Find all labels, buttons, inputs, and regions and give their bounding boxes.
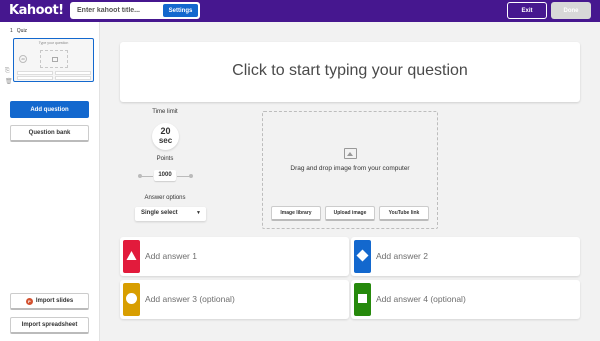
- kahoot-title-input[interactable]: [77, 4, 157, 17]
- slide-header: 1 Quiz: [10, 28, 27, 34]
- image-icon: [344, 148, 357, 159]
- answer-1[interactable]: Add answer 1: [120, 237, 349, 276]
- answer-options-dropdown[interactable]: Single select ▼: [135, 207, 206, 221]
- thumb-timer: 20: [19, 55, 27, 63]
- import-spreadsheet-button[interactable]: Import spreadsheet: [10, 317, 89, 334]
- duplicate-icon[interactable]: ⎘: [5, 68, 10, 75]
- answer-2[interactable]: Add answer 2: [351, 237, 580, 276]
- time-limit-selector[interactable]: 20 sec: [152, 123, 179, 150]
- points-track-left: [140, 176, 153, 177]
- chevron-down-icon: ▼: [196, 210, 201, 216]
- answer-4[interactable]: Add answer 4 (optional): [351, 280, 580, 319]
- answer-4-text: Add answer 4 (optional): [376, 294, 466, 304]
- youtube-link-button[interactable]: YouTube link: [379, 206, 429, 221]
- answer-3[interactable]: Add answer 3 (optional): [120, 280, 349, 319]
- image-drop-zone[interactable]: Drag and drop image from your computer I…: [262, 111, 438, 229]
- points-value[interactable]: 1000: [154, 170, 176, 181]
- answer-3-text: Add answer 3 (optional): [145, 294, 235, 304]
- answer-options-value: Single select: [141, 210, 178, 216]
- time-limit-label: Time limit: [152, 109, 178, 115]
- add-question-button[interactable]: Add question: [10, 101, 89, 118]
- done-button[interactable]: Done: [551, 2, 591, 19]
- powerpoint-icon: P: [25, 297, 33, 305]
- upload-image-button[interactable]: Upload image: [325, 206, 375, 221]
- circle-icon: [126, 293, 137, 304]
- slide-type: Quiz: [16, 28, 28, 34]
- triangle-icon: [126, 251, 137, 260]
- answer-1-text: Add answer 1: [145, 251, 197, 261]
- exit-button[interactable]: Exit: [507, 2, 547, 19]
- image-icon: [52, 57, 58, 62]
- question-bank-button[interactable]: Question bank: [10, 125, 89, 142]
- points-increase[interactable]: [189, 174, 193, 178]
- answer-2-text: Add answer 2: [376, 251, 428, 261]
- import-slides-label: Import slides: [35, 298, 74, 304]
- import-slides-button[interactable]: P Import slides: [10, 293, 89, 310]
- thumb-answer: [55, 71, 91, 75]
- kahoot-logo[interactable]: Kahoot!: [9, 3, 64, 18]
- drop-instructions: Drag and drop image from your computer: [290, 165, 410, 172]
- slide-number: 1: [10, 28, 13, 34]
- answer-4-color-chip: [354, 283, 371, 316]
- slide-sidebar: 1 Quiz ⎘ 🗑 Type your question 20 Add ques…: [0, 22, 100, 341]
- question-input[interactable]: Click to start typing your question: [120, 42, 580, 102]
- thumb-answer: [55, 76, 91, 80]
- time-unit: sec: [158, 136, 173, 145]
- diamond-icon: [356, 249, 369, 262]
- answer-2-color-chip: [354, 240, 371, 273]
- answer-options-label: Answer options: [144, 195, 186, 201]
- question-placeholder: Click to start typing your question: [232, 62, 468, 79]
- thumb-image-placeholder: [40, 50, 68, 68]
- title-field-container: Settings: [70, 2, 200, 19]
- points-label: Points: [156, 156, 174, 162]
- trash-icon[interactable]: 🗑: [5, 78, 13, 85]
- top-bar: Kahoot! Settings Exit Done: [0, 0, 600, 22]
- thumb-question: Type your question: [38, 41, 69, 45]
- settings-button[interactable]: Settings: [163, 4, 198, 17]
- slide-thumbnail[interactable]: Type your question 20: [13, 38, 94, 82]
- answer-3-color-chip: [123, 283, 140, 316]
- answer-1-color-chip: [123, 240, 140, 273]
- thumb-answer: [17, 76, 53, 80]
- image-library-button[interactable]: Image library: [271, 206, 321, 221]
- thumb-answer: [17, 71, 53, 75]
- time-value: 20: [160, 126, 171, 136]
- square-icon: [358, 294, 367, 303]
